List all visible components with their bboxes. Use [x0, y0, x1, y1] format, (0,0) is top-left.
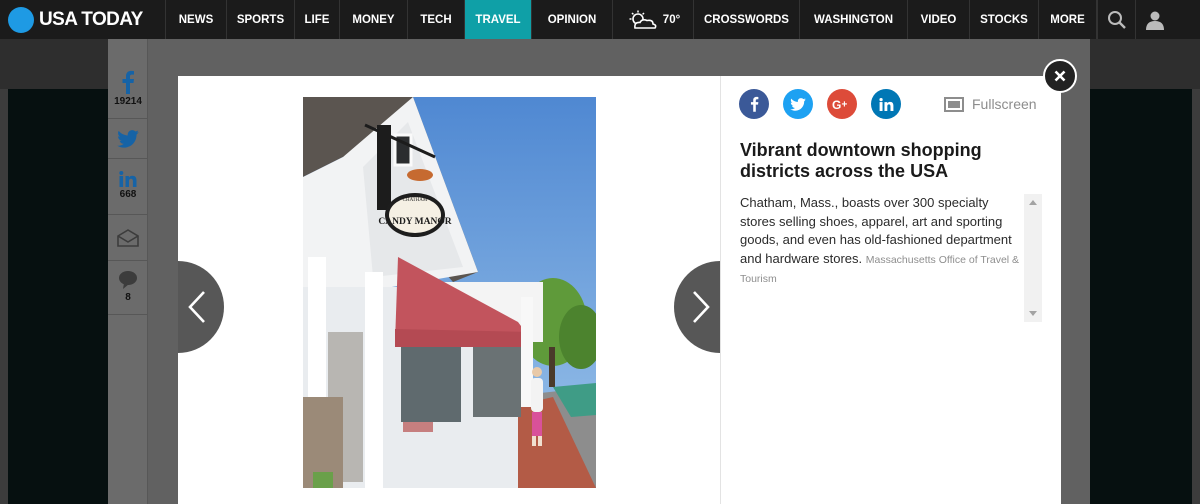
- facebook-icon: [122, 70, 134, 94]
- rail-facebook-share[interactable]: 19214: [108, 66, 148, 112]
- fullscreen-button[interactable]: Fullscreen: [944, 96, 1037, 112]
- caption-container: Chatham, Mass., boasts over 300 specialt…: [740, 194, 1042, 322]
- share-rail: 19214 668 8: [108, 39, 148, 504]
- partly-cloudy-icon: [629, 10, 657, 29]
- nav-weather[interactable]: 70°: [613, 0, 694, 39]
- google-plus-icon: G +: [832, 98, 848, 111]
- chevron-left-icon: [188, 291, 205, 323]
- rail-twitter-share[interactable]: [108, 118, 148, 158]
- nav-life[interactable]: LIFE: [295, 0, 340, 39]
- rail-email-share[interactable]: [108, 214, 148, 260]
- background-panel-left: [8, 89, 108, 504]
- nav-tech[interactable]: TECH: [408, 0, 465, 39]
- nav-opinion[interactable]: OPINION: [532, 0, 613, 39]
- nav-money[interactable]: MONEY: [340, 0, 408, 39]
- rail-linkedin-share[interactable]: 668: [108, 158, 148, 214]
- rail-comments[interactable]: 8: [108, 260, 148, 314]
- comment-count: 8: [125, 292, 131, 303]
- nav-stocks[interactable]: STOCKS: [970, 0, 1039, 39]
- user-icon: [1145, 11, 1164, 30]
- top-navigation: USA TODAY NEWS SPORTS LIFE MONEY TECH TR…: [0, 0, 1200, 39]
- nav-washington[interactable]: WASHINGTON: [800, 0, 908, 39]
- svg-text:+: +: [842, 100, 848, 111]
- gallery-title: Vibrant downtown shopping districts acro…: [740, 140, 982, 181]
- background-panel-right: [1090, 89, 1192, 504]
- brand-dot-icon: [8, 6, 34, 33]
- chevron-right-icon: [693, 291, 710, 323]
- weather-temperature: 70°: [662, 13, 681, 26]
- gallery-share-row: G +: [739, 89, 901, 119]
- search-button[interactable]: [1097, 0, 1135, 39]
- close-icon: [1054, 70, 1066, 82]
- photo-gallery-modal: CHATHAM CANDY MANOR G + Fullscreen Vibra…: [178, 76, 1061, 504]
- brand-name: USA TODAY: [39, 8, 143, 30]
- scroll-down-arrow-icon[interactable]: [1029, 311, 1037, 316]
- nav-more[interactable]: MORE: [1039, 0, 1097, 39]
- modal-divider: [720, 76, 721, 504]
- email-icon: [117, 228, 139, 247]
- previous-photo-button[interactable]: [178, 260, 224, 354]
- nav-travel[interactable]: TRAVEL: [465, 0, 532, 39]
- scroll-up-arrow-icon[interactable]: [1029, 200, 1037, 205]
- twitter-icon: [117, 129, 139, 148]
- facebook-share-count: 19214: [114, 96, 142, 107]
- storefront-photo-illustration: CHATHAM CANDY MANOR: [303, 97, 596, 488]
- linkedin-icon: [119, 171, 137, 187]
- nav-video[interactable]: VIDEO: [908, 0, 970, 39]
- rail-divider: [108, 314, 148, 315]
- usa-today-logo[interactable]: USA TODAY: [0, 0, 166, 39]
- facebook-icon: [750, 96, 758, 112]
- nav-crosswords[interactable]: CROSSWORDS: [694, 0, 800, 39]
- comment-icon: [119, 271, 137, 289]
- linkedin-icon: [878, 97, 893, 111]
- linkedin-share-count: 668: [119, 189, 137, 200]
- nav-sports[interactable]: SPORTS: [227, 0, 295, 39]
- svg-text:G: G: [832, 98, 841, 111]
- twitter-icon: [790, 97, 806, 111]
- gallery-facebook-button[interactable]: [739, 89, 769, 119]
- photo-sign-text: CANDY MANOR: [378, 217, 451, 227]
- photo-sign-small-text: CHATHAM: [403, 198, 428, 203]
- caption-scrollbar[interactable]: [1024, 194, 1042, 322]
- gallery-linkedin-button[interactable]: [871, 89, 901, 119]
- nav-news[interactable]: NEWS: [166, 0, 227, 39]
- fullscreen-icon: [944, 96, 964, 112]
- gallery-googleplus-button[interactable]: G +: [827, 89, 857, 119]
- photo-caption: Chatham, Mass., boasts over 300 specialt…: [740, 194, 1022, 289]
- close-gallery-button[interactable]: [1043, 59, 1077, 93]
- gallery-twitter-button[interactable]: [783, 89, 813, 119]
- search-icon: [1107, 10, 1126, 29]
- next-photo-button[interactable]: [674, 260, 720, 354]
- gallery-photo: CHATHAM CANDY MANOR: [303, 97, 596, 488]
- fullscreen-label: Fullscreen: [972, 96, 1037, 112]
- account-button[interactable]: [1135, 0, 1173, 39]
